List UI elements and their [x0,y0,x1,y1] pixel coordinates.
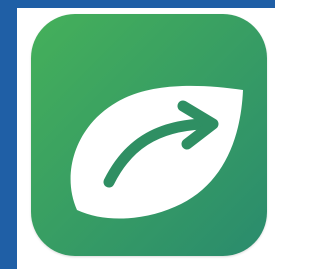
leaf-arrow-icon [31,14,267,256]
top-edge-strip [17,0,275,8]
app-icon[interactable] [31,14,267,256]
screen [0,0,275,269]
left-edge-strip [0,0,17,269]
